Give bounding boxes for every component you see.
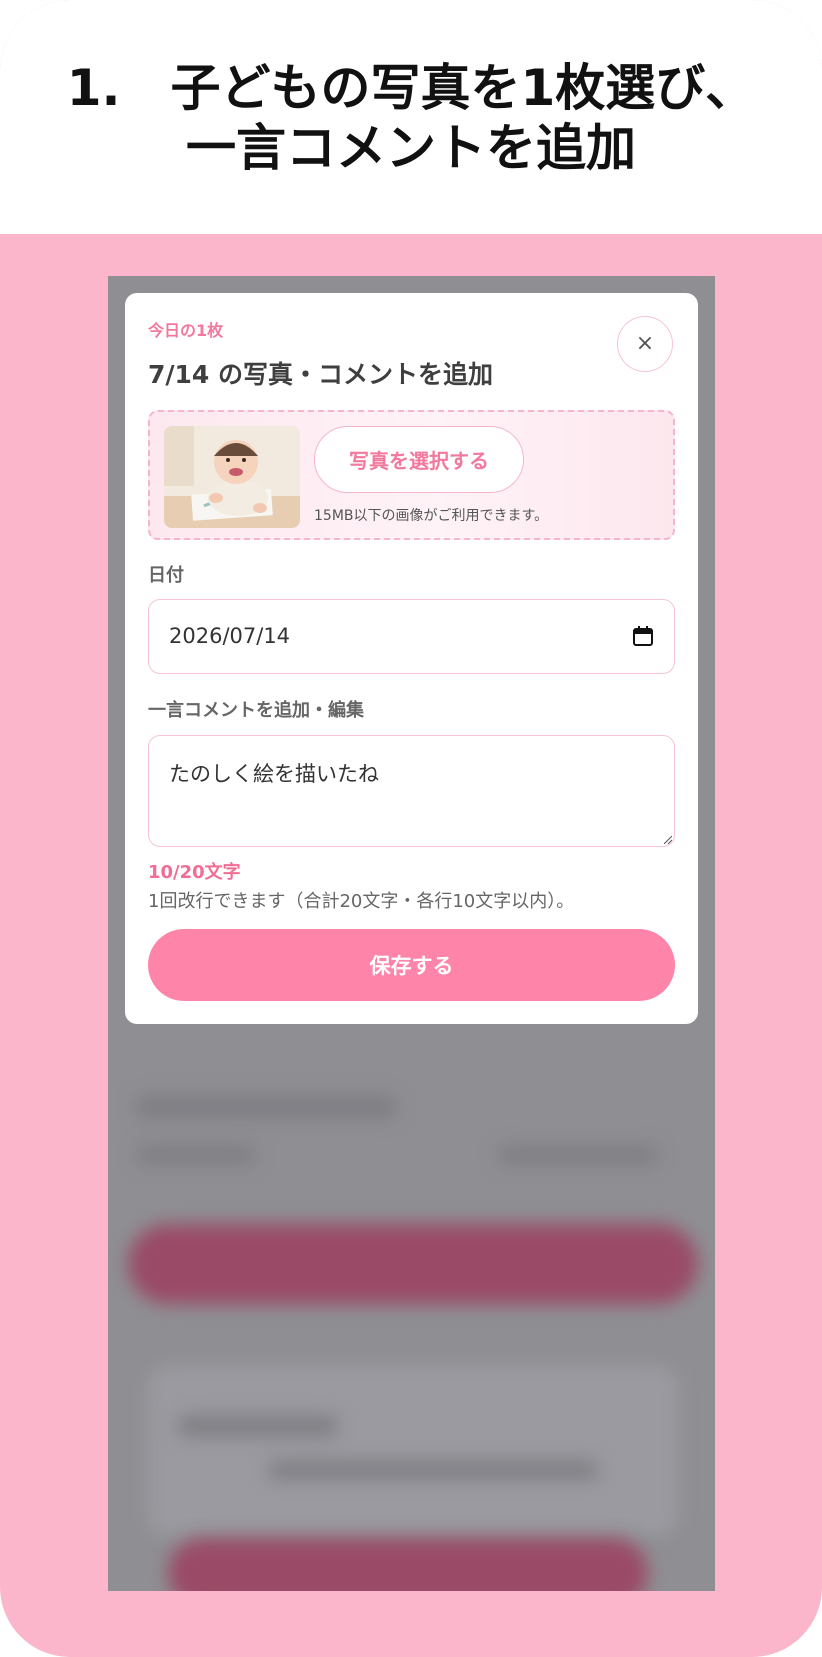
modal-title: 7/14 の写真・コメントを追加: [148, 360, 494, 389]
photo-size-note: 15MB以下の画像がご利用できます。: [314, 508, 549, 524]
heading-line-2: 一言コメントを追加: [186, 119, 636, 177]
blurred-card: [148, 1366, 678, 1536]
comment-textarea[interactable]: たのしく絵を描いたね: [148, 735, 675, 847]
modal-eyebrow: 今日の1枚: [148, 321, 224, 340]
date-input[interactable]: 2026/07/14: [148, 599, 675, 674]
photo-thumbnail: [164, 426, 300, 528]
blurred-text: [498, 1146, 658, 1164]
blurred-text: [268, 1461, 598, 1479]
character-counter: 10/20文字: [148, 862, 241, 883]
blurred-button: [168, 1538, 648, 1591]
date-label: 日付: [148, 565, 184, 586]
calendar-icon[interactable]: [632, 625, 654, 647]
close-icon: ×: [635, 331, 655, 356]
blurred-text: [136, 1096, 396, 1118]
close-button[interactable]: ×: [617, 316, 673, 372]
date-value: 2026/07/14: [169, 624, 291, 648]
comment-value: たのしく絵を描いたね: [169, 762, 379, 786]
heading-line-1: 1. 子どもの写真を1枚選び、: [66, 59, 756, 117]
instruction-heading: 1. 子どもの写真を1枚選び、 一言コメントを追加: [0, 0, 822, 234]
resize-handle-icon[interactable]: [664, 836, 672, 844]
comment-hint: 1回改行できます（合計20文字・各行10文字以内）。: [148, 891, 575, 912]
blurred-button: [128, 1224, 698, 1304]
save-button[interactable]: 保存する: [148, 929, 675, 1001]
blurred-text: [136, 1146, 256, 1164]
blurred-text: [178, 1416, 338, 1436]
add-photo-modal: 今日の1枚 7/14 の写真・コメントを追加 × 写真を選択する 15MB以下の…: [125, 293, 698, 1024]
slide-frame: 1. 子どもの写真を1枚選び、 一言コメントを追加 今日の1枚 7/14 の写真…: [0, 0, 822, 1657]
photo-upload-area: 写真を選択する 15MB以下の画像がご利用できます。: [148, 410, 675, 540]
select-photo-button[interactable]: 写真を選択する: [314, 426, 524, 493]
comment-label: 一言コメントを追加・編集: [148, 700, 364, 721]
